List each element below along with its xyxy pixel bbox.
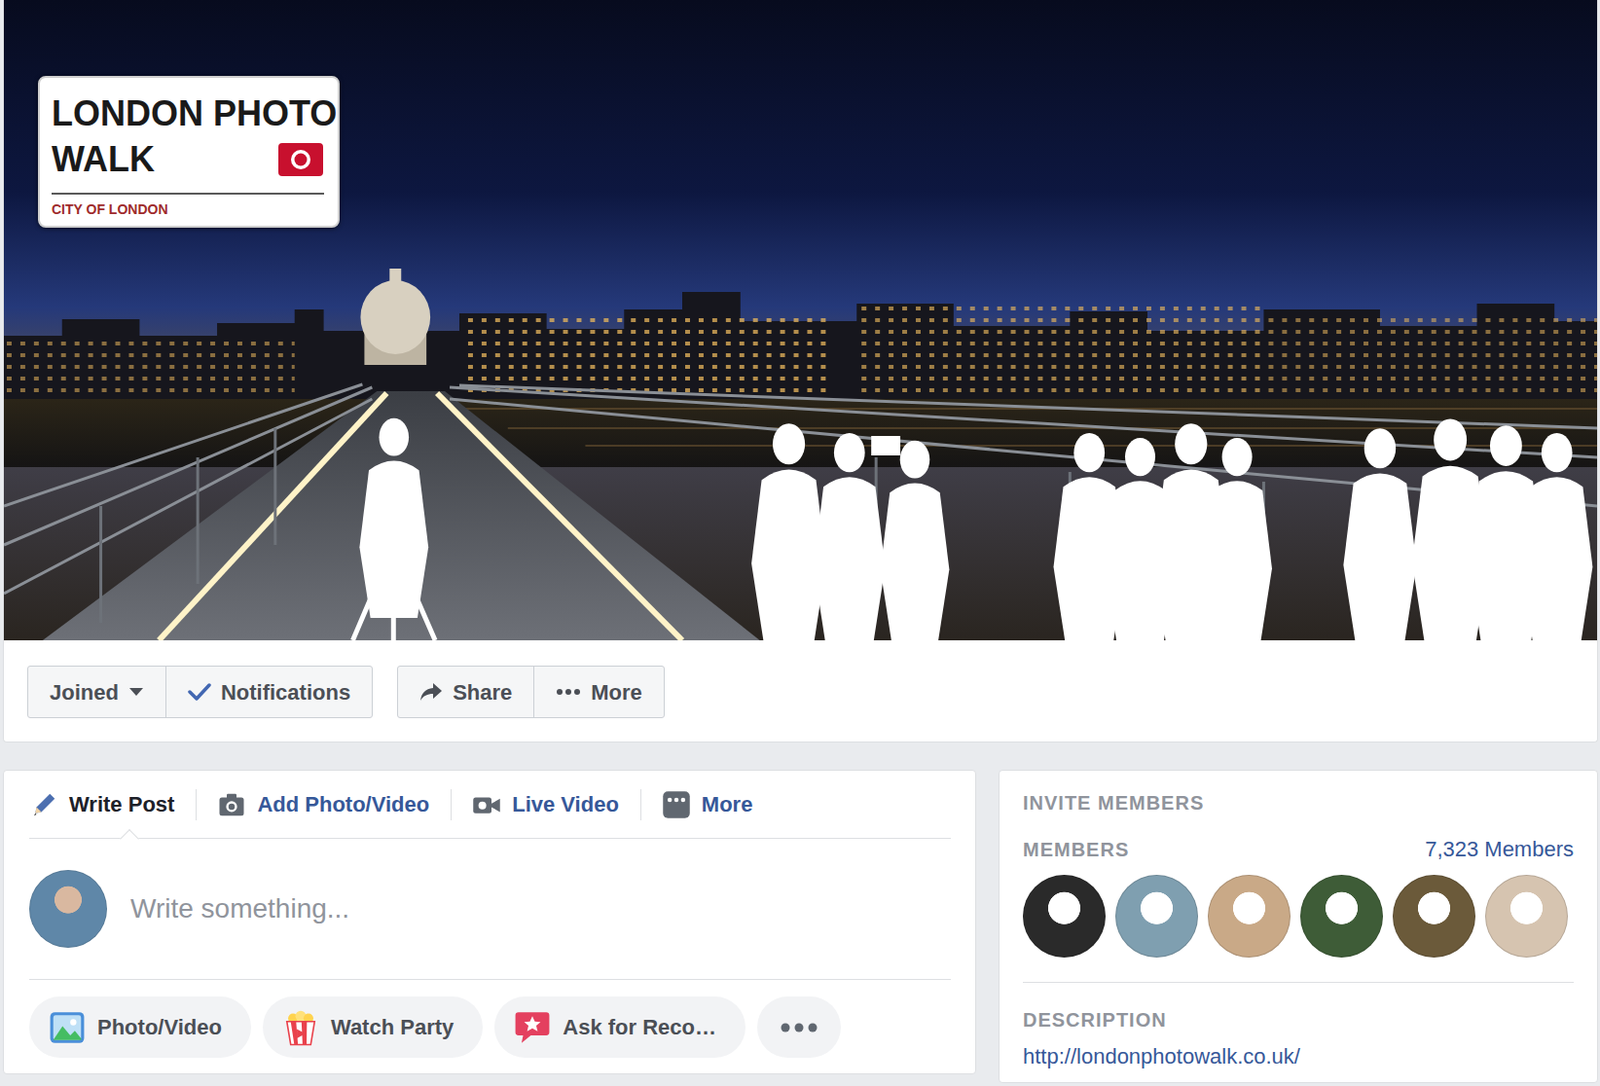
group-logo-sign: LONDON PHOTOWALK CITY OF LONDON	[37, 75, 340, 228]
member-avatar[interactable]	[1115, 874, 1199, 958]
button-label: Notifications	[220, 676, 351, 709]
description-link[interactable]: http://londonphotowalk.co.uk/	[1022, 1043, 1301, 1071]
action-label: Watch Party	[330, 1011, 454, 1044]
composer-input-row	[29, 838, 951, 981]
composer-tabs: Write Post Add Photo/Video Live Video More	[29, 770, 951, 839]
member-avatar[interactable]	[1207, 874, 1291, 958]
star-bubble-icon	[513, 1009, 551, 1047]
camera-icon	[277, 142, 325, 178]
photo-icon	[48, 1009, 86, 1047]
caret-down-icon	[128, 687, 145, 697]
member-avatars	[1022, 874, 1574, 958]
button-group: Joined Notifications	[27, 665, 373, 719]
member-avatar[interactable]	[1485, 874, 1568, 958]
composer-tab[interactable]: Add Photo/Video	[195, 770, 451, 838]
tab-label: Add Photo/Video	[256, 788, 430, 821]
user-avatar[interactable]	[29, 870, 108, 948]
more-dots-icon	[780, 1022, 818, 1033]
share-arrow-icon	[419, 681, 443, 703]
description-heading: DESCRIPTION	[1022, 1008, 1574, 1032]
joined-button[interactable]: Joined	[28, 666, 166, 718]
invite-members-heading: INVITE MEMBERS	[1022, 791, 1574, 815]
composer-tab[interactable]: More	[640, 770, 775, 838]
pencil-icon	[29, 790, 59, 820]
share-button[interactable]: Share	[398, 666, 534, 718]
sign-title-line: WALK	[51, 137, 155, 183]
composer-card: Write PostAdd Photo/VideoLive VideoMore …	[2, 769, 977, 1075]
tab-label: More	[701, 788, 754, 821]
composer-action[interactable]: Photo/Video	[29, 996, 252, 1058]
composer-quick-actions: Photo/Video Watch Party Ask for Reco…	[29, 980, 951, 1074]
composer-action[interactable]: Watch Party	[262, 996, 483, 1058]
divider	[1022, 981, 1574, 983]
members-header: MEMBERS 7,323 Members	[1022, 833, 1574, 866]
action-label: Photo/Video	[97, 1011, 222, 1044]
button-group: Share More	[397, 665, 665, 719]
member-avatar[interactable]	[1022, 874, 1106, 958]
tab-label: Live Video	[511, 788, 619, 821]
video-camera-icon	[472, 790, 502, 820]
notifications-button[interactable]: Notifications	[165, 666, 372, 718]
members-heading: MEMBERS	[1022, 837, 1129, 862]
checkmark-icon	[187, 682, 212, 702]
sign-title-line: LONDON PHOTO	[51, 91, 325, 138]
tab-label: Write Post	[69, 788, 175, 821]
cover-photo: LONDON PHOTOWALK CITY OF LONDON	[3, 0, 1598, 641]
members-card: INVITE MEMBERS MEMBERS 7,323 Members DESCRI…	[998, 769, 1599, 1084]
group-action-bar: Joined Notifications Share More	[3, 640, 1598, 742]
members-count-link[interactable]: 7,323 Members	[1424, 833, 1574, 866]
camera-icon	[217, 790, 247, 820]
more-icon	[661, 790, 691, 820]
more-button[interactable]: More	[533, 666, 664, 718]
group-header: LONDON PHOTOWALK CITY OF LONDON Joined Not…	[2, 0, 1599, 743]
post-input[interactable]	[130, 882, 951, 936]
button-label: More	[590, 676, 643, 709]
popcorn-icon	[282, 1009, 320, 1047]
more-actions-button[interactable]	[757, 996, 841, 1058]
button-label: Share	[452, 676, 512, 709]
more-dots-icon	[555, 688, 582, 696]
sign-title-row: WALK	[51, 137, 325, 183]
sign-subtitle: CITY OF LONDON	[51, 192, 325, 219]
member-avatar[interactable]	[1392, 874, 1476, 958]
action-label: Ask for Reco…	[562, 1011, 717, 1044]
composer-action[interactable]: Ask for Reco…	[494, 996, 746, 1058]
composer-tab[interactable]: Live Video	[450, 770, 641, 838]
button-label: Joined	[49, 676, 119, 709]
composer-tab[interactable]: Write Post	[29, 770, 196, 838]
member-avatar[interactable]	[1300, 874, 1383, 958]
